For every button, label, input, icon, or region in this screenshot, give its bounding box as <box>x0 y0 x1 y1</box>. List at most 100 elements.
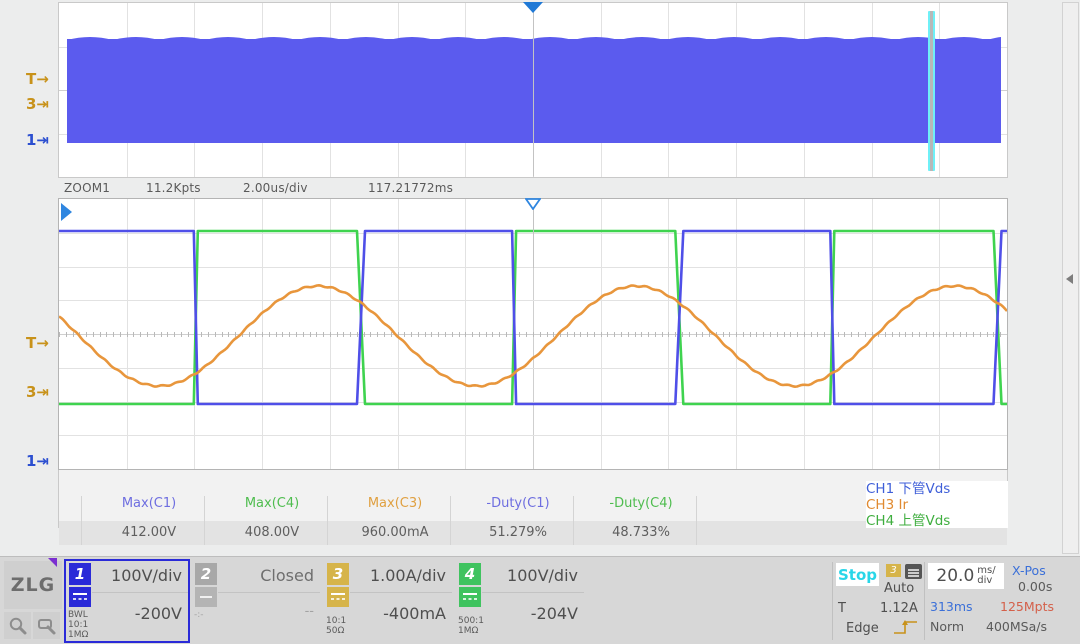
channel-tile-3[interactable]: 3 10:1 50Ω 1.00A/div -400mA <box>324 560 452 642</box>
acquisition-mode[interactable]: Norm <box>930 619 964 634</box>
xpos-value[interactable]: 0.00s <box>1018 579 1052 594</box>
capture-tool-glyph <box>37 618 55 634</box>
oscilloscope-screen: T→ 3⇥ 1⇥ ZOOM1 11.2Kpts 2.00us/div 117.2… <box>0 0 1080 644</box>
timebase-button[interactable]: 20.0 ms/ div <box>928 563 1004 589</box>
zoom-position: 117.21772ms <box>368 181 454 195</box>
upper-gutter-ch1-marker[interactable]: 1⇥ <box>26 131 49 149</box>
channel-1-divider <box>92 592 188 593</box>
measurement-label-1[interactable]: Max(C4) <box>207 496 337 511</box>
channel-2-probe-info: -:- <box>194 610 204 620</box>
zoom-info-bar: ZOOM1 11.2Kpts 2.00us/div 117.21772ms <box>58 180 1008 198</box>
upper-gutter-ch3-marker[interactable]: 3⇥ <box>26 95 49 113</box>
trigger-coupling-glyph <box>905 566 922 579</box>
channel-tile-2[interactable]: 2 -:- Closed -- <box>192 560 320 642</box>
channel-2-badge[interactable]: 2 <box>195 563 217 585</box>
trigger-source-badge[interactable]: 3 <box>886 564 901 577</box>
capture-tool-icon[interactable] <box>33 612 60 639</box>
zoom-trigger-marker[interactable] <box>525 198 541 210</box>
grid-tick <box>1007 332 1008 337</box>
trigger-position-marker[interactable] <box>523 2 543 13</box>
channel-1-offset[interactable]: -200V <box>135 604 182 623</box>
channel-4-badge[interactable]: 4 <box>459 563 481 585</box>
measurement-separator <box>450 496 451 545</box>
channel-tile-4[interactable]: 4 500:1 1MΩ 100V/div -204V <box>456 560 584 642</box>
timebase-unit: ms/ div <box>977 566 995 586</box>
trigger-mode-icon[interactable] <box>905 564 922 579</box>
measurement-separator <box>696 496 697 545</box>
brand-logo: ZLG <box>4 561 62 609</box>
dc-coupling-glyph <box>463 593 477 600</box>
panel-separator <box>924 562 925 640</box>
acquisition-duration: 313ms <box>930 599 973 614</box>
memory-depth[interactable]: 125Mpts <box>1000 599 1054 614</box>
coupling-off-glyph <box>200 596 212 598</box>
trigger-type[interactable]: Edge <box>846 621 879 636</box>
channel-3-scale[interactable]: 1.00A/div <box>370 566 446 585</box>
channel-3-offset[interactable]: -400mA <box>383 604 446 623</box>
trigger-sweep-mode[interactable]: Auto <box>884 581 914 596</box>
measurement-value-1: 408.00V <box>244 525 300 540</box>
channel-1-scale[interactable]: 100V/div <box>111 566 182 585</box>
sample-rate: 400MSa/s <box>986 619 1047 634</box>
channel-1-coupling-icon[interactable] <box>69 587 91 607</box>
overview-waveform-envelope <box>67 33 1001 43</box>
measurement-label-4[interactable]: -Duty(C4) <box>576 496 706 511</box>
trigger-level-label: T <box>838 601 846 616</box>
purple-corner-marker <box>48 558 57 567</box>
lower-gutter-trigger-marker[interactable]: T→ <box>26 334 49 352</box>
channel-4-probe-info: 500:1 1MΩ <box>458 616 484 636</box>
xpos-label[interactable]: X-Pos <box>1012 563 1046 578</box>
channel-3-badge[interactable]: 3 <box>327 563 349 585</box>
timebase-value: 20.0 <box>936 566 975 586</box>
measurement-separator <box>81 496 82 545</box>
trigger-position-line <box>533 4 534 176</box>
zoom-region-marker[interactable] <box>928 11 935 171</box>
zoom-memory: 11.2Kpts <box>146 181 201 195</box>
timebase-panel[interactable]: 20.0 ms/ div X-Pos 0.00s 313ms 125Mpts N… <box>928 561 1060 639</box>
channel-3-coupling-icon[interactable] <box>327 587 349 607</box>
measurement-values-row: 412.00V 408.00V 960.00mA 51.279% 48.733% <box>59 521 1007 545</box>
measurement-labels-row: Max(C1) Max(C4) Max(C3) -Duty(C1) -Duty(… <box>59 496 1007 521</box>
legend-item-ch1: CH1 下管Vds <box>866 481 951 497</box>
dc-coupling-glyph <box>73 593 87 600</box>
measurement-separator <box>573 496 574 545</box>
measurement-label-0[interactable]: Max(C1) <box>84 496 214 511</box>
trigger-panel[interactable]: Stop 3 Auto T 1.12A Edge <box>836 561 922 639</box>
channel-tile-1[interactable]: 1 BWL 10:1 1MΩ 100V/div -200V <box>66 560 188 642</box>
measurement-separator <box>204 496 205 545</box>
zoom-tool-icon[interactable] <box>4 612 31 639</box>
channel-2-scale[interactable]: Closed <box>260 566 314 585</box>
legend-item-ch3: CH3 Ir <box>866 497 908 513</box>
rising-edge-icon[interactable] <box>892 619 920 636</box>
zoom-label: ZOOM1 <box>64 181 111 195</box>
channel-1-probe-info: BWL 10:1 1MΩ <box>68 610 89 640</box>
channel-2-divider <box>218 592 320 593</box>
channel-2-coupling-icon[interactable] <box>195 587 217 607</box>
brand-logo-text: ZLG <box>10 574 56 596</box>
lower-gutter-ch1-marker[interactable]: 1⇥ <box>26 452 49 470</box>
timebase-unit-denominator: div <box>977 575 993 586</box>
channel-4-coupling-icon[interactable] <box>459 587 481 607</box>
overview-scallop-path <box>67 37 1001 43</box>
measurement-value-2: 960.00mA <box>361 525 429 540</box>
run-stop-button[interactable]: Stop <box>836 563 879 586</box>
channel-4-offset[interactable]: -204V <box>531 604 578 623</box>
run-state-label: Stop <box>837 565 878 584</box>
zoom-left-edge-marker[interactable] <box>61 203 72 221</box>
upper-gutter-trigger-marker[interactable]: T→ <box>26 70 49 88</box>
measurement-value-4: 48.733% <box>612 525 670 540</box>
channel-4-scale[interactable]: 100V/div <box>507 566 578 585</box>
channel-1-badge[interactable]: 1 <box>69 563 91 585</box>
measurement-label-3[interactable]: -Duty(C1) <box>453 496 583 511</box>
lower-gutter-ch3-marker[interactable]: 3⇥ <box>26 383 49 401</box>
measurement-value-3: 51.279% <box>489 525 547 540</box>
zoom-tool-glyph <box>9 617 26 634</box>
panel-separator <box>832 562 833 640</box>
measurement-label-2[interactable]: Max(C3) <box>330 496 460 511</box>
legend-item-ch4: CH4 上管Vds <box>866 513 951 529</box>
measurement-separator <box>327 496 328 545</box>
overview-waveform-band <box>67 39 1001 143</box>
channel-2-offset[interactable]: -- <box>305 604 314 619</box>
trigger-level-value[interactable]: 1.12A <box>880 601 918 616</box>
collapse-panel-arrow-icon[interactable] <box>1066 274 1073 284</box>
